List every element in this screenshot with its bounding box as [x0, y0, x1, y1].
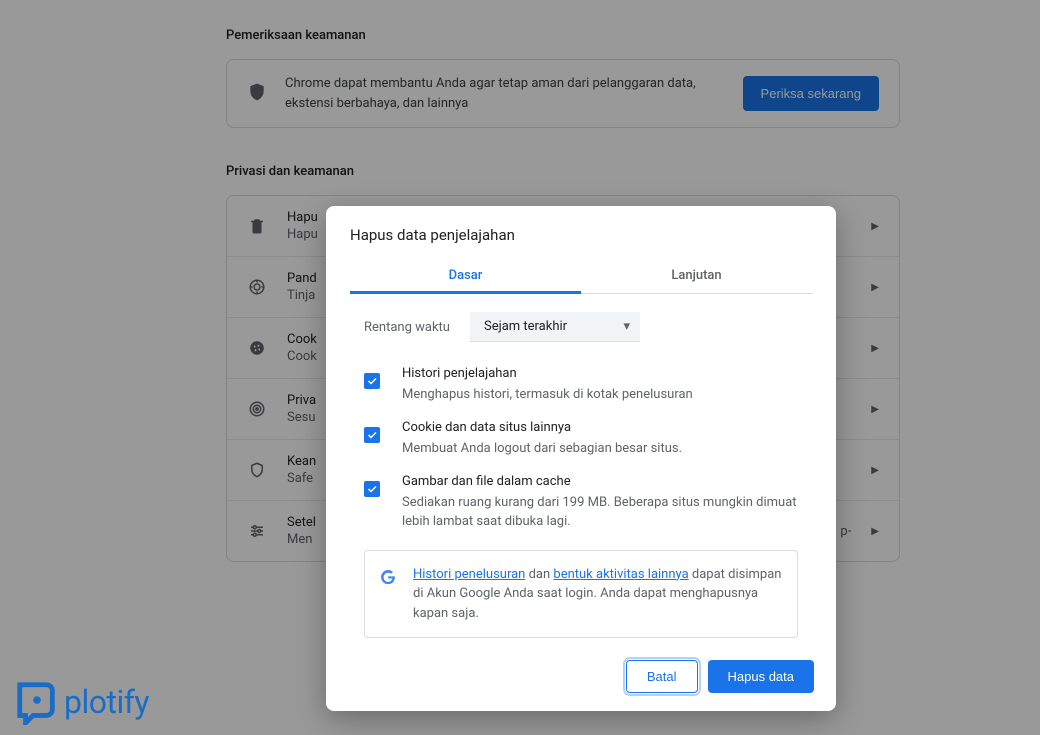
dialog-title: Hapus data penjelajahan — [326, 206, 836, 258]
checkbox[interactable] — [364, 427, 380, 443]
option-title: Histori penjelajahan — [402, 364, 798, 384]
tab-advanced[interactable]: Lanjutan — [581, 258, 812, 293]
clear-data-dialog: Hapus data penjelajahan Dasar Lanjutan R… — [326, 206, 836, 711]
time-range-label: Rentang waktu — [364, 320, 450, 335]
google-info-box: Histori penelusuran dan bentuk aktivitas… — [364, 550, 798, 639]
dropdown-icon: ▾ — [623, 319, 630, 334]
watermark-text: plotify — [64, 683, 149, 721]
other-activity-link[interactable]: bentuk aktivitas lainnya — [553, 567, 688, 582]
option-title: Gambar dan file dalam cache — [402, 472, 798, 492]
time-range-value: Sejam terakhir — [484, 319, 567, 334]
checkbox[interactable] — [364, 481, 380, 497]
watermark: plotify — [14, 679, 149, 725]
tab-basic[interactable]: Dasar — [350, 258, 581, 293]
confirm-clear-button[interactable]: Hapus data — [708, 660, 815, 693]
watermark-icon — [14, 679, 60, 725]
time-range-select[interactable]: Sejam terakhir ▾ — [470, 312, 640, 342]
clear-option-row: Gambar dan file dalam cacheSediakan ruan… — [326, 458, 836, 532]
google-icon — [379, 568, 397, 586]
clear-option-row: Histori penjelajahanMenghapus histori, t… — [326, 350, 836, 404]
option-subtitle: Membuat Anda logout dari sebagian besar … — [402, 439, 798, 459]
clear-option-row: Cookie dan data situs lainnyaMembuat And… — [326, 404, 836, 458]
option-subtitle: Sediakan ruang kurang dari 199 MB. Beber… — [402, 493, 798, 532]
google-info-text: Histori penelusuran dan bentuk aktivitas… — [413, 565, 783, 624]
search-history-link[interactable]: Histori penelusuran — [413, 567, 525, 582]
dialog-tabs: Dasar Lanjutan — [350, 258, 812, 294]
option-title: Cookie dan data situs lainnya — [402, 418, 798, 438]
checkbox[interactable] — [364, 373, 380, 389]
cancel-button[interactable]: Batal — [626, 660, 698, 693]
option-subtitle: Menghapus histori, termasuk di kotak pen… — [402, 385, 798, 405]
